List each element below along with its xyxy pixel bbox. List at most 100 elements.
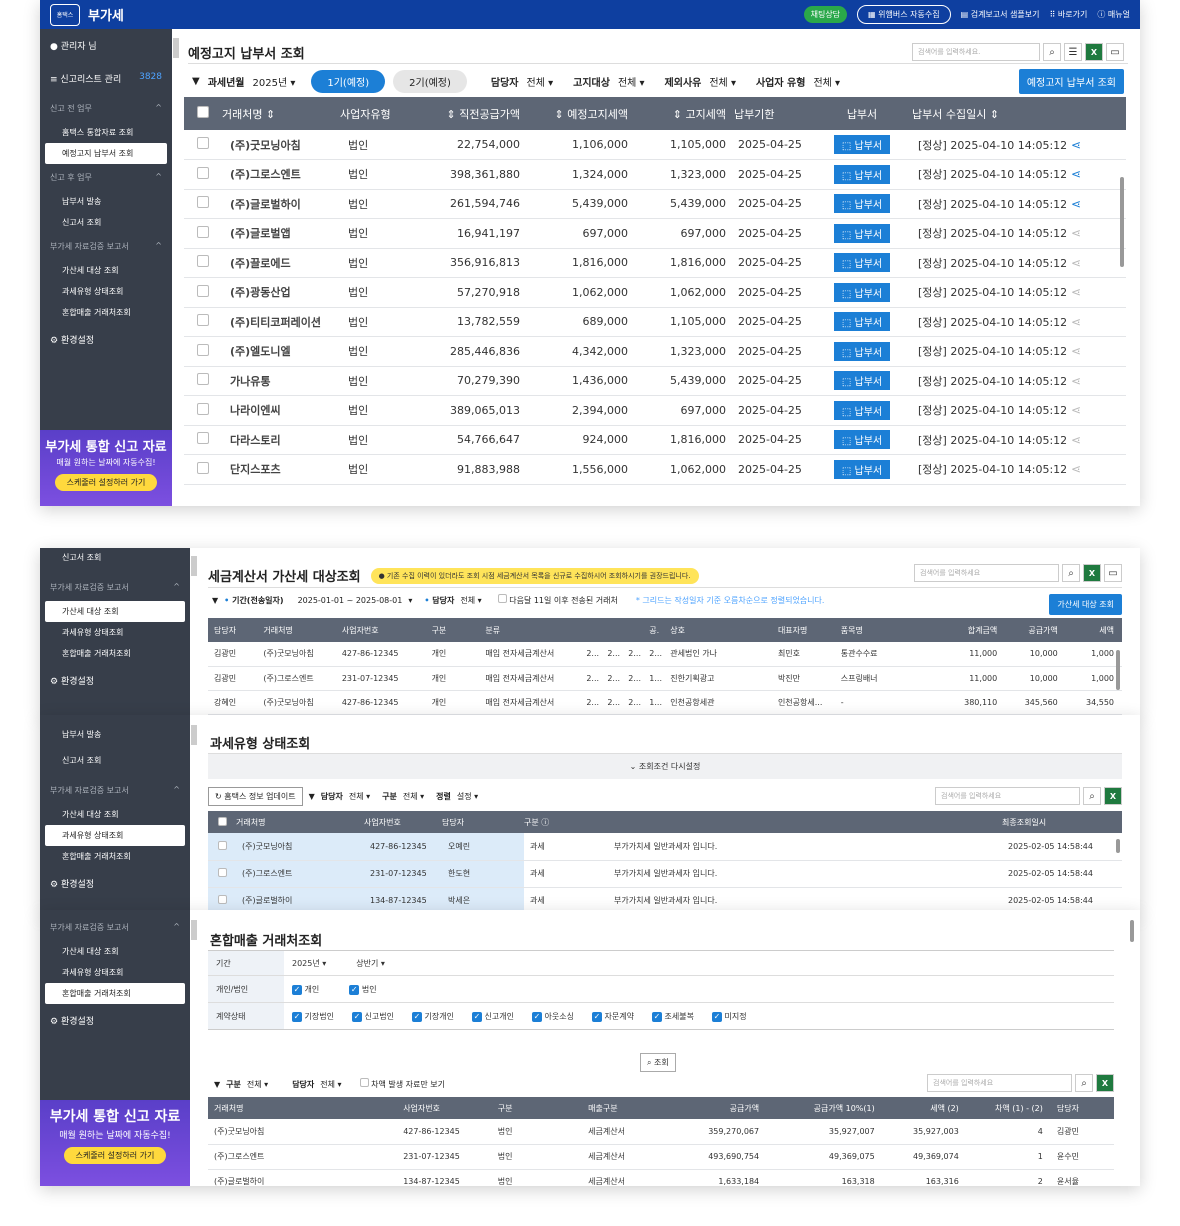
table-row[interactable]: (주)굿모닝아침 법인 22,754,000 1,106,000 1,105,000 20… (184, 130, 1126, 160)
collapse-handle[interactable] (191, 920, 197, 940)
row-checkbox[interactable] (184, 130, 222, 160)
pdf-bill-button[interactable]: ⬚ 납부서 (833, 135, 891, 154)
search-icon[interactable]: ⌕ (1062, 564, 1080, 582)
col-biztype[interactable]: 사업자유형 (340, 97, 420, 130)
table-row[interactable]: (주)끌로에드 법인 356,916,813 1,816,000 1,816,000 20… (184, 248, 1126, 278)
row-checkbox[interactable] (208, 860, 236, 888)
status-opt[interactable]: ✓ 조세불복 (652, 1011, 694, 1022)
row-checkbox[interactable] (184, 189, 222, 219)
table-row[interactable]: (주)엘도니엘 법인 285,446,836 4,342,000 1,323,000 20… (184, 336, 1126, 367)
col-type[interactable]: 구분 ⓘ (524, 811, 610, 833)
list-icon[interactable]: ☰ (1064, 43, 1082, 61)
tab-period1[interactable]: 1기(예정) (311, 69, 386, 93)
sidebar-item-penalty[interactable]: 가산세 대상 조회 (40, 941, 190, 962)
period-range[interactable]: 2025-01-01 ~ 2025-08-01 (298, 596, 403, 605)
sidebar-section-pre[interactable]: 신고 전 업무 ^ (40, 95, 172, 122)
sidebar-item-send[interactable]: 납부서 발송 (40, 191, 172, 212)
header-checkbox[interactable] (208, 811, 236, 833)
type-select[interactable]: 전체 ▾ (403, 791, 424, 802)
pdf-bill-button[interactable]: ⬚ 납부서 (833, 430, 891, 450)
hometax-update-button[interactable]: ↻ 홈택스 정보 업데이트 (208, 787, 303, 806)
search-input[interactable]: 검색어를 입력하세요 (914, 564, 1059, 582)
penalty-query-button[interactable]: 가산세 대상 조회 (1049, 594, 1122, 615)
sidebar-item-mixed[interactable]: 혼합매출 거래처조회 (45, 983, 185, 1004)
col-prev-supply[interactable]: ⇕ 직전공급가액 (420, 97, 528, 130)
share-icon[interactable]: ⋖ (1067, 285, 1081, 299)
table-row[interactable]: (주)글로벌하이 134-87-12345 법인 세금계산서 1,633,184 163,… (208, 1169, 1114, 1186)
share-icon[interactable]: ⋖ (1067, 374, 1081, 388)
col-client[interactable]: 거래처명 (236, 811, 364, 833)
row-checkbox[interactable] (184, 336, 222, 367)
help-icon[interactable]: ⓘ (541, 818, 549, 827)
col-header[interactable]: 대표자명 (771, 618, 835, 642)
table-row[interactable]: (주)글로벌앱 법인 16,941,197 697,000 697,000 2025-04… (184, 218, 1126, 249)
col-header[interactable]: 합계금액 (937, 618, 1006, 642)
row-checkbox[interactable] (184, 248, 222, 278)
table-row[interactable]: 단지스포츠 법인 91,883,988 1,556,000 1,062,000 2025-… (184, 454, 1126, 485)
col-header[interactable]: 공급가액 (672, 1097, 768, 1119)
sidebar-item-mixed[interactable]: 혼합매출 거래처조회 (40, 302, 172, 323)
sidebar-item-client-mgmt[interactable]: ≡ 신고리스트 관리 3828 (40, 62, 172, 95)
sidebar-item-settings[interactable]: ⚙ 환경설정 (40, 867, 190, 900)
row-checkbox[interactable] (184, 454, 222, 485)
sidebar-item-report[interactable]: 신고서 조회 (40, 212, 172, 233)
type-opt-personal[interactable]: ✓ 개인 (292, 984, 319, 995)
pdf-bill-button[interactable]: ⬚ 납부서 (833, 400, 891, 420)
share-icon[interactable]: ⋖ (1067, 167, 1081, 181)
search-icon[interactable]: ⌕ (1075, 1074, 1093, 1092)
status-opt[interactable]: ✓ 기장법인 (292, 1011, 334, 1022)
sidebar-item-hometax[interactable]: 홈택스 통합자료 조회 (40, 122, 172, 143)
search-icon[interactable]: ⌕ (1083, 787, 1101, 805)
share-icon[interactable]: ⋖ (1067, 462, 1081, 476)
sidebar-item-taxtype[interactable]: 과세유형 상태조회 (40, 281, 172, 302)
table-row[interactable]: 다라스토리 법인 54,766,647 924,000 1,816,000 2025-04… (184, 425, 1126, 455)
search-icon[interactable]: ⌕ (1043, 43, 1061, 61)
sidebar-item-taxtype[interactable]: 과세유형 상태조회 (45, 825, 185, 846)
status-opt[interactable]: ✓ 신고개인 (472, 1011, 514, 1022)
auto-collect-button[interactable]: ▦ 위햄버스 자동수집 (857, 5, 951, 24)
table-row[interactable]: 김광민 (주)그로스엔트 231-07-12345 개인 매입 전자세금계산서 2... 2… (208, 666, 1122, 691)
table-row[interactable]: (주)글로벌하이 법인 261,594,746 5,439,000 5,439,000 2… (184, 189, 1126, 219)
table-row[interactable]: (주)굿모닝아침 427-86-12345 오예린 과세 부가가치세 일반과세자 입니다… (208, 833, 1122, 861)
col-header[interactable] (580, 618, 602, 642)
row-checkbox[interactable] (184, 277, 222, 308)
sidebar-item-report[interactable]: 신고서 조회 (40, 745, 190, 771)
tab-period2[interactable]: 2기(예정) (393, 69, 467, 93)
sidebar-item-settings[interactable]: ⚙ 환경설정 (40, 664, 190, 697)
excel-icon[interactable]: X (1104, 787, 1122, 805)
excel-icon[interactable]: X (1083, 564, 1101, 582)
excel-icon[interactable]: X (1085, 43, 1103, 61)
share-icon[interactable]: ⋖ (1067, 226, 1081, 240)
sidebar-item-report[interactable]: 신고서 조회 (40, 548, 190, 568)
sidebar-item-mixed[interactable]: 혼합매출 거래처조회 (40, 846, 190, 867)
diff-only-check[interactable]: 차액 발생 자료만 보기 (359, 1078, 445, 1090)
year-select[interactable]: 2025년 ▾ (292, 958, 326, 969)
row-checkbox[interactable] (184, 425, 222, 455)
sidebar-item-notice[interactable]: 예정고지 납부서 조회 (45, 143, 167, 164)
col-last-query[interactable]: 최종조회일시 (1002, 811, 1122, 833)
status-opt[interactable]: ✓ 미지정 (712, 1011, 747, 1022)
row-checkbox[interactable] (184, 366, 222, 396)
table-row[interactable]: (주)굿모닝아침 427-86-12345 법인 세금계산서 359,270,067 35… (208, 1119, 1114, 1145)
promo-banner[interactable]: 부가세 통합 신고 자료 매월 원하는 날짜에 자동수집! 스케줄러 설정하러 … (40, 1100, 190, 1186)
promo-banner[interactable]: 부가세 통합 신고 자료 매월 원하는 날짜에 자동수집! 스케줄러 설정하러 … (40, 430, 172, 506)
biz-select[interactable]: 전체 ▾ (813, 74, 840, 89)
pdf-bill-button[interactable]: ⬚ 납부서 (833, 194, 891, 214)
collapse-handle[interactable] (173, 38, 179, 58)
share-icon[interactable]: ⋖ (1067, 344, 1081, 358)
col-header[interactable]: 차액 (1) - (2) (966, 1097, 1051, 1119)
table-row[interactable]: 강혜인 (주)굿모닝아침 427-86-12345 개인 매입 전자세금계산서 2... 2… (208, 690, 1122, 715)
pdf-bill-button[interactable]: ⬚ 납부서 (833, 282, 891, 302)
sidebar-item-send[interactable]: 납부서 발송 (40, 715, 190, 745)
manager-select[interactable]: 전체 ▾ (460, 595, 481, 606)
manager-select[interactable]: 전체 ▾ (349, 791, 370, 802)
shortcut-link[interactable]: ⠿ 바로가기 (1050, 9, 1088, 20)
pdf-bill-button[interactable]: ⬚ 납부서 (833, 164, 891, 184)
col-header[interactable]: 공급가액 (1005, 618, 1066, 642)
row-checkbox[interactable] (184, 218, 222, 249)
sidebar-item-taxtype[interactable]: 과세유형 상태조회 (40, 622, 190, 643)
manual-link[interactable]: ⓘ 매뉴얼 (1097, 9, 1130, 20)
sidebar-item-settings[interactable]: ⚙ 환경설정 (40, 1004, 190, 1037)
folder-icon[interactable]: ▭ (1106, 43, 1124, 61)
notice-query-button[interactable]: 예정고지 납부서 조회 (1018, 69, 1124, 94)
